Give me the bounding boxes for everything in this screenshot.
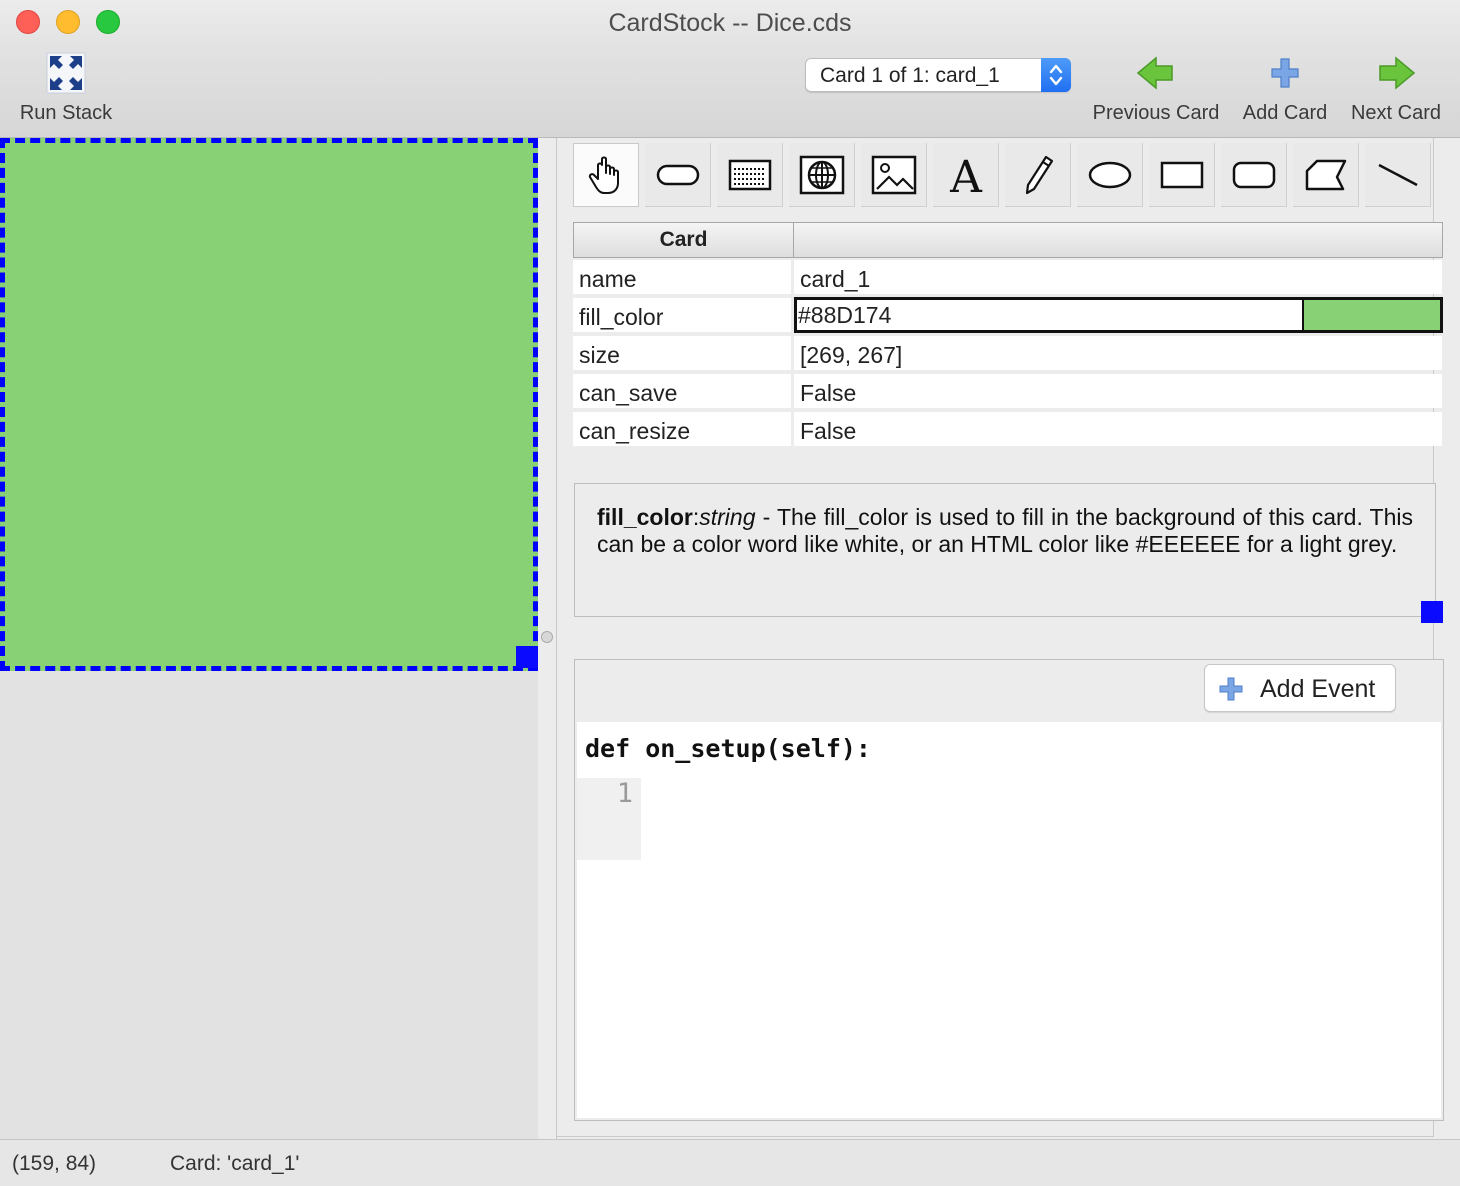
property-row-name[interactable]: name card_1 <box>573 260 1443 296</box>
code-editor[interactable]: def on_setup(self): 1 <box>577 722 1441 1118</box>
property-row-can-save[interactable]: can_save False <box>573 374 1443 410</box>
text-field-tool[interactable] <box>717 143 783 207</box>
property-row-can-resize[interactable]: can_resize False <box>573 412 1443 448</box>
canvas-area[interactable] <box>0 138 538 1139</box>
fill-color-value: #88D174 <box>798 302 892 328</box>
rounded-rectangle-icon <box>1232 161 1275 188</box>
property-value[interactable]: False <box>794 412 1442 446</box>
add-event-label: Add Event <box>1260 675 1376 703</box>
polygon-icon <box>1305 159 1346 190</box>
panel-splitter[interactable] <box>538 138 556 1139</box>
inspector-panel: A Card name card_1 fill_color #88D174 si… <box>556 138 1460 1139</box>
oval-tool[interactable] <box>1077 143 1143 207</box>
property-help-box: fill_color:string - The fill_color is us… <box>574 483 1436 617</box>
image-icon <box>871 155 916 194</box>
text-field-icon <box>728 159 771 190</box>
image-tool[interactable] <box>861 143 927 207</box>
up-down-arrows-icon <box>1041 58 1071 92</box>
line-number-gutter: 1 <box>577 778 641 860</box>
card-resize-handle[interactable] <box>516 646 538 668</box>
card-selector-value: Card 1 of 1: card_1 <box>820 64 1000 87</box>
property-row-fill-color[interactable]: fill_color #88D174 <box>573 297 1443 334</box>
hand-pointer-icon <box>588 156 619 194</box>
property-row-size[interactable]: size [269, 267] <box>573 336 1443 372</box>
property-value[interactable]: card_1 <box>794 260 1442 294</box>
run-stack-label: Run Stack <box>19 102 113 124</box>
card-canvas[interactable] <box>0 138 538 671</box>
rectangle-tool[interactable] <box>1149 143 1215 207</box>
pen-tool[interactable] <box>1005 143 1071 207</box>
inspector-frame: A Card name card_1 fill_color #88D174 si… <box>557 138 1444 1137</box>
property-value[interactable]: False <box>794 374 1442 408</box>
plus-icon <box>1271 58 1299 88</box>
fill-color-input[interactable]: #88D174 <box>794 297 1443 333</box>
add-event-button[interactable]: Add Event <box>1204 664 1396 712</box>
property-key: fill_color <box>573 298 791 332</box>
next-card-label: Next Card <box>1350 102 1442 124</box>
run-stack-button[interactable]: Run Stack <box>14 50 118 125</box>
color-swatch[interactable] <box>1302 300 1440 330</box>
event-code-panel: Add Event def on_setup(self): 1 <box>574 659 1444 1121</box>
line-number: 1 <box>616 778 633 809</box>
letter-a-icon: A <box>949 154 983 196</box>
plus-icon <box>1219 677 1243 701</box>
arrow-right-icon <box>1379 56 1416 90</box>
globe-icon <box>799 155 844 194</box>
property-key: name <box>573 260 791 294</box>
property-key: size <box>573 336 791 370</box>
add-card-label: Add Card <box>1242 102 1328 124</box>
property-key: can_resize <box>573 412 791 446</box>
event-signature: def on_setup(self): <box>585 734 871 763</box>
web-view-tool[interactable] <box>789 143 855 207</box>
polygon-tool[interactable] <box>1293 143 1359 207</box>
property-key: can_save <box>573 374 791 408</box>
status-card-name: Card: 'card_1' <box>170 1152 300 1175</box>
pencil-icon <box>1025 155 1053 194</box>
help-resize-handle[interactable] <box>1421 601 1443 623</box>
add-card-button[interactable]: Add Card <box>1236 50 1334 125</box>
property-table-header: Card <box>573 222 1443 258</box>
line-tool[interactable] <box>1365 143 1431 207</box>
title-bar: CardStock -- Dice.cds <box>0 0 1460 44</box>
help-property-name: fill_color <box>597 504 693 530</box>
arrow-left-icon <box>1136 56 1173 90</box>
toolbar: Run Stack Card 1 of 1: card_1 Previous C… <box>0 44 1460 138</box>
window-title: CardStock -- Dice.cds <box>608 9 852 37</box>
property-value-header <box>795 223 1442 257</box>
button-shape-icon <box>656 164 699 185</box>
status-bar: (159, 84) Card: 'card_1' <box>0 1139 1460 1186</box>
property-value[interactable]: [269, 267] <box>794 336 1442 370</box>
oval-icon <box>1088 161 1131 188</box>
next-card-button[interactable]: Next Card <box>1344 50 1448 125</box>
expand-icon <box>46 52 86 94</box>
hand-tool[interactable] <box>573 143 639 207</box>
rectangle-icon <box>1160 161 1203 188</box>
svg-text:A: A <box>949 154 983 196</box>
help-property-type: string <box>699 504 756 530</box>
rounded-rectangle-tool[interactable] <box>1221 143 1287 207</box>
previous-card-label: Previous Card <box>1092 102 1220 124</box>
text-label-tool[interactable]: A <box>933 143 999 207</box>
status-coordinates: (159, 84) <box>12 1152 97 1175</box>
previous-card-button[interactable]: Previous Card <box>1086 50 1226 125</box>
splitter-grip-icon[interactable] <box>541 631 553 643</box>
property-object-type: Card <box>574 223 794 257</box>
button-tool[interactable] <box>645 143 711 207</box>
card-selector[interactable]: Card 1 of 1: card_1 <box>805 58 1071 92</box>
line-icon <box>1377 163 1418 186</box>
